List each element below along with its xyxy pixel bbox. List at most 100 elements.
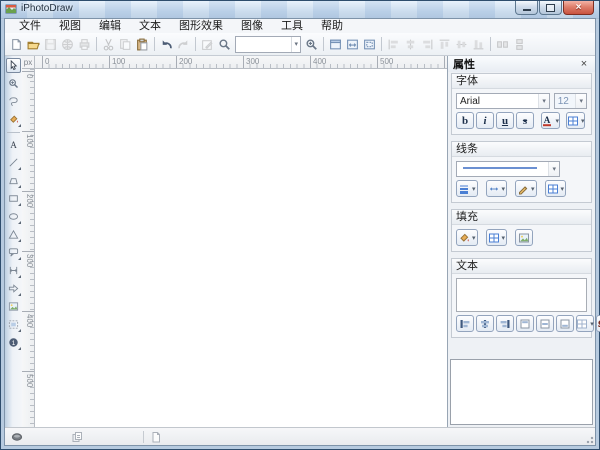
distribute-h-button[interactable] [494, 35, 511, 53]
minimize-button[interactable] [515, 1, 538, 15]
align-left-button[interactable] [385, 35, 402, 53]
app-logo-icon [5, 2, 17, 14]
tool-line[interactable] [6, 155, 21, 170]
zoom-combo[interactable]: ▾ [235, 36, 301, 53]
print-button[interactable] [76, 35, 93, 53]
line-color-button[interactable]: ▾ [515, 180, 537, 197]
align-top-button[interactable] [436, 35, 453, 53]
zoom-page-button[interactable] [327, 35, 344, 53]
line-widths-icon [458, 183, 470, 195]
line-width-button[interactable]: ▾ [456, 180, 478, 197]
zoom-width-button[interactable] [344, 35, 361, 53]
align-text-center-button[interactable] [476, 315, 494, 332]
align-middle-button[interactable] [453, 35, 470, 53]
tool-screenshot[interactable] [6, 317, 21, 332]
tool-lasso[interactable] [6, 94, 21, 109]
undo-button[interactable] [158, 35, 175, 53]
cut-button[interactable] [100, 35, 117, 53]
edit-button[interactable] [199, 35, 216, 53]
valign-bottom-button[interactable] [556, 315, 574, 332]
fill-table-button[interactable]: ▾ [486, 229, 508, 246]
italic-button[interactable]: i [476, 112, 494, 129]
svg-text:A: A [544, 115, 551, 125]
tool-separator [7, 132, 20, 133]
menu-item-2[interactable]: 编辑 [90, 20, 130, 33]
text-group: 文本 ▾Ω▾ [451, 258, 592, 338]
tool-rectangle[interactable] [6, 191, 21, 206]
redo-button[interactable] [175, 35, 192, 53]
align-top-icon [438, 38, 451, 51]
align-center-button[interactable] [402, 35, 419, 53]
font-group: 字体 Arial ▾ 12 ▾ [451, 73, 592, 135]
align-text-left-button[interactable] [456, 315, 474, 332]
resize-grip-icon[interactable] [584, 434, 594, 444]
panel-close-icon[interactable]: × [578, 59, 590, 70]
v-ruler-label: 400 [22, 311, 35, 327]
open-button[interactable] [25, 35, 42, 53]
status-zoom-icon[interactable] [11, 431, 23, 443]
print-icon [78, 38, 91, 51]
menu-item-1[interactable]: 视图 [50, 20, 90, 33]
align-text-right-button[interactable] [496, 315, 514, 332]
line-style-combo[interactable]: ▾ [456, 161, 560, 177]
menu-item-5[interactable]: 图像 [232, 20, 272, 33]
tool-triangle[interactable] [6, 227, 21, 242]
bold-button[interactable]: b [456, 112, 474, 129]
font-family-combo[interactable]: Arial ▾ [456, 93, 550, 109]
fill-picture-button[interactable] [515, 229, 533, 246]
drawing-canvas[interactable] [35, 69, 447, 427]
tool-number[interactable]: 1 [6, 335, 21, 350]
valign-top-button[interactable] [516, 315, 534, 332]
chevron-down-icon: ▾ [555, 117, 559, 125]
zoom-button[interactable] [303, 35, 320, 53]
symbol-button[interactable]: Ω▾ [596, 315, 600, 332]
align-right-button[interactable] [419, 35, 436, 53]
font-size-combo[interactable]: 12 ▾ [554, 93, 587, 109]
fill-group-caption: 填充 [452, 210, 591, 225]
tool-polygon[interactable] [6, 173, 21, 188]
tool-fill[interactable] [6, 112, 21, 127]
maximize-button[interactable] [539, 1, 562, 15]
tool-select[interactable] [6, 58, 21, 73]
distribute-v-button[interactable] [511, 35, 528, 53]
line-arrows-button[interactable]: ▾ [486, 180, 508, 197]
align-bottom-button[interactable] [470, 35, 487, 53]
menu-item-4[interactable]: 图形效果 [170, 20, 232, 33]
menu-item-7[interactable]: 帮助 [312, 20, 352, 33]
horizontal-ruler: 0100200300400500600 [35, 56, 447, 69]
menu-item-6[interactable]: 工具 [272, 20, 312, 33]
menu-item-0[interactable]: 文件 [10, 20, 50, 33]
tool-ellipse[interactable] [6, 209, 21, 224]
align-left-icon [387, 38, 400, 51]
tool-dimension[interactable] [6, 263, 21, 278]
text-input[interactable] [456, 278, 587, 312]
strikethrough-button[interactable]: s [516, 112, 534, 129]
font-table-button[interactable]: ▾ [566, 112, 585, 129]
new-button[interactable] [8, 35, 25, 53]
save-button[interactable] [42, 35, 59, 53]
tool-callout[interactable] [6, 245, 21, 260]
title-bar[interactable]: iPhotoDraw × [1, 1, 599, 19]
underline-button[interactable]: u [496, 112, 514, 129]
valign-middle-button[interactable] [536, 315, 554, 332]
fill-color-button[interactable]: ▾ [456, 229, 478, 246]
text-table-button[interactable]: ▾ [576, 315, 594, 332]
h-ruler-label: 300 [243, 56, 259, 69]
tool-image[interactable] [6, 299, 21, 314]
status-layers-icon[interactable] [71, 431, 83, 443]
status-page-icon[interactable] [150, 431, 162, 443]
tool-dropdown-icon [18, 185, 21, 188]
copy-button[interactable] [117, 35, 134, 53]
font-color-button[interactable]: A▾ [541, 112, 560, 129]
menu-item-3[interactable]: 文本 [130, 20, 170, 33]
tool-text[interactable]: A [6, 137, 21, 152]
tool-zoom[interactable] [6, 76, 21, 91]
line-table-button[interactable]: ▾ [545, 180, 567, 197]
close-button[interactable]: × [563, 1, 594, 15]
zoom-selection-button[interactable] [361, 35, 378, 53]
export-button[interactable] [59, 35, 76, 53]
tool-arrow[interactable] [6, 281, 21, 296]
find-button[interactable] [216, 35, 233, 53]
tool-dropdown-icon [18, 239, 21, 242]
paste-button[interactable] [134, 35, 151, 53]
